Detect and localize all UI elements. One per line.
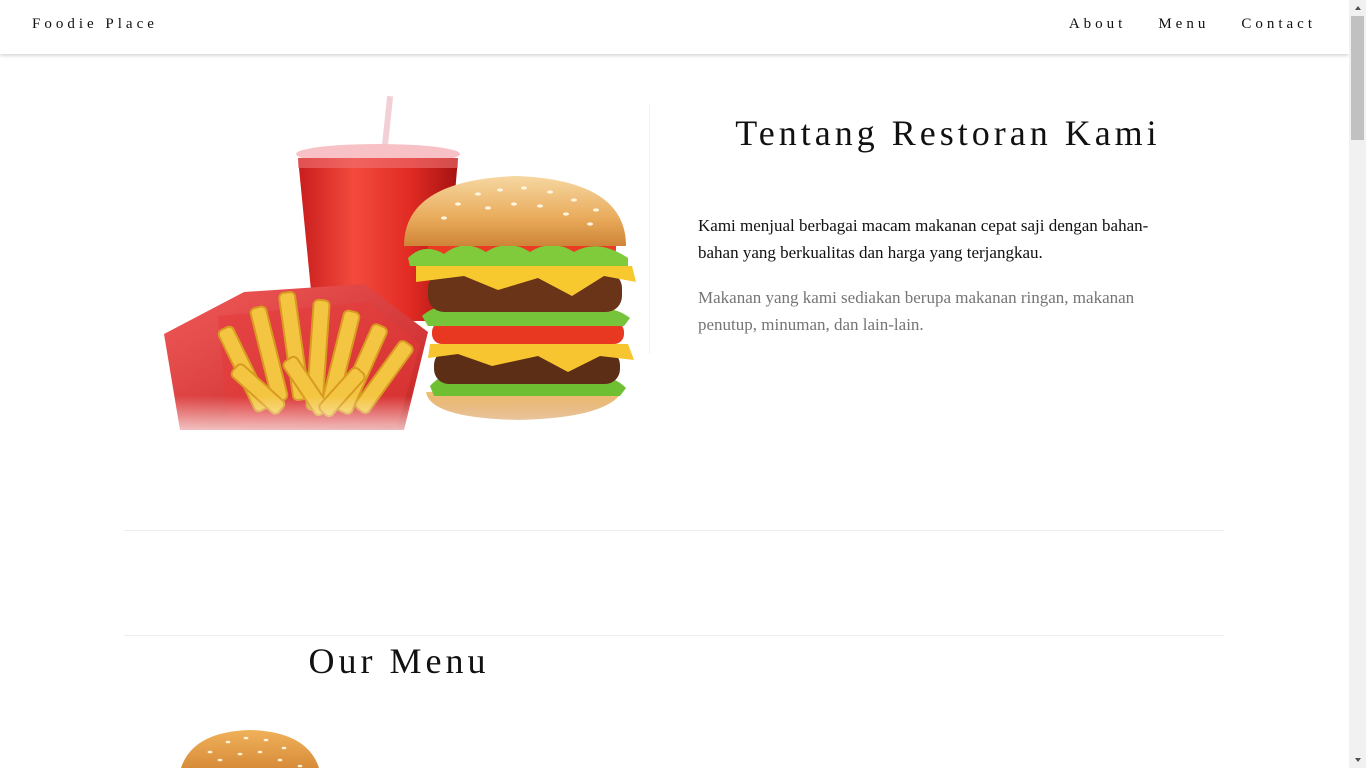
scrollbar-thumb[interactable]: [1351, 16, 1364, 140]
scroll-up-arrow-icon[interactable]: [1349, 0, 1366, 16]
nav-link-about[interactable]: About: [1069, 16, 1127, 33]
about-lead-text: Kami menjual berbagai macam makanan cepa…: [698, 216, 1149, 262]
about-body-text: Makanan yang kami sediakan berupa makana…: [698, 288, 1135, 334]
about-title: Tentang Restoran Kami: [735, 113, 1161, 153]
fast-food-image: [158, 96, 648, 436]
about-divider: [649, 104, 650, 354]
burger-image: [181, 730, 319, 768]
nav-links: About Menu Contact: [1069, 16, 1316, 33]
section-divider-top: [124, 530, 1224, 531]
scroll-down-arrow-icon[interactable]: [1349, 752, 1366, 768]
nav-link-contact[interactable]: Contact: [1241, 16, 1316, 33]
menu-title: Our Menu: [308, 641, 490, 681]
section-divider-bottom: [124, 635, 1224, 636]
page: Foodie Place About Menu Contact Tentang …: [0, 0, 1349, 768]
nav-link-menu[interactable]: Menu: [1158, 16, 1209, 33]
brand-link[interactable]: Foodie Place: [32, 16, 158, 33]
navbar: Foodie Place About Menu Contact: [0, 0, 1349, 54]
scrollbar[interactable]: [1349, 0, 1366, 768]
